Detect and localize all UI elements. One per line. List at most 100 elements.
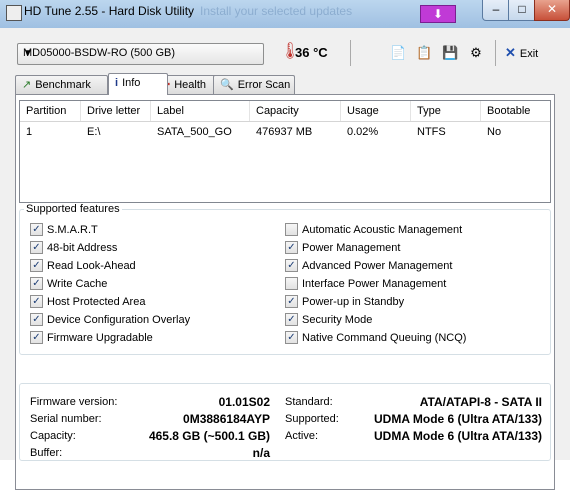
- supported-mode-label: Supported:: [285, 413, 339, 425]
- cell-type: NTFS: [417, 126, 446, 138]
- copy-all-icon[interactable]: 📋: [416, 45, 432, 61]
- checkbox[interactable]: ✓: [285, 258, 298, 272]
- feature-ncq[interactable]: ✓ Native Command Queuing (NCQ): [285, 330, 466, 346]
- exit-button[interactable]: ✕ Exit: [505, 43, 538, 63]
- close-button[interactable]: ✕: [534, 0, 570, 21]
- partition-table[interactable]: Partition Drive letter Label Capacity Us…: [19, 100, 551, 203]
- checkbox[interactable]: ✓: [30, 222, 43, 236]
- feature-hpa[interactable]: ✓ Host Protected Area: [30, 294, 145, 310]
- firmware-label: Firmware version:: [30, 396, 118, 408]
- tab-health-label: Health: [174, 79, 207, 91]
- maximize-button[interactable]: □: [508, 0, 536, 21]
- cell-usage: 0.02%: [347, 126, 379, 138]
- buffer-label: Buffer:: [30, 447, 63, 459]
- temperature-value: 36 °C: [295, 45, 328, 60]
- supported-features-group: Supported features ✓ S.M.A.R.T ✓ 48-bit Ad…: [19, 203, 551, 355]
- standard-label: Standard:: [285, 396, 333, 408]
- feature-label: 48-bit Address: [47, 242, 118, 254]
- cell-bootable: No: [487, 126, 502, 138]
- feature-dco[interactable]: ✓ Device Configuration Overlay: [30, 312, 190, 328]
- tab-info[interactable]: i Info: [108, 73, 168, 95]
- drive-select[interactable]: MD05000-BSDW-RO (500 GB) ▼: [17, 43, 264, 65]
- column-header-drive-letter[interactable]: Drive letter: [81, 101, 151, 121]
- feature-power-management[interactable]: ✓ Power Management: [285, 240, 400, 256]
- active-mode-label: Active:: [285, 430, 319, 442]
- feature-label: Security Mode: [302, 314, 373, 326]
- toolbar-separator: [350, 40, 351, 66]
- table-row[interactable]: 1 E:\ SATA_500_GO 476937 MB 0.02% NTFS N…: [20, 122, 550, 142]
- feature-aam[interactable]: Automatic Acoustic Management: [285, 222, 462, 238]
- feature-label: S.M.A.R.T: [47, 224, 98, 236]
- checkbox[interactable]: ✓: [30, 276, 43, 290]
- app-icon: [6, 5, 22, 21]
- copy-icon[interactable]: 📄: [390, 45, 406, 61]
- column-header-capacity[interactable]: Capacity: [250, 101, 341, 121]
- buffer-value: n/a: [252, 446, 270, 460]
- window-title: HD Tune 2.55 - Hard Disk Utility: [24, 4, 195, 18]
- checkbox[interactable]: ✓: [30, 258, 43, 272]
- cell-drive-letter: E:\: [87, 126, 101, 138]
- chevron-down-icon: ▼: [23, 48, 33, 59]
- feature-label: Write Cache: [47, 278, 108, 290]
- active-mode-value: UDMA Mode 6 (Ultra ATA/133): [373, 429, 542, 443]
- feature-label: Host Protected Area: [47, 296, 146, 308]
- feature-security-mode[interactable]: ✓ Security Mode: [285, 312, 372, 328]
- drive-details-group: Firmware version: 01.01S02 Serial number…: [19, 383, 551, 461]
- checkbox[interactable]: ✓: [285, 240, 298, 254]
- supported-features-title: Supported features: [24, 203, 122, 215]
- tab-benchmark[interactable]: ↗ Benchmark: [15, 75, 108, 94]
- feature-apm[interactable]: ✓ Advanced Power Management: [285, 258, 452, 274]
- title-bar: HD Tune 2.55 - Hard Disk Utility Install…: [0, 0, 570, 29]
- column-header-type[interactable]: Type: [411, 101, 481, 121]
- feature-write-cache[interactable]: ✓ Write Cache: [30, 276, 107, 292]
- tab-error-scan[interactable]: 🔍 Error Scan: [213, 75, 295, 94]
- column-header-bootable[interactable]: Bootable: [481, 101, 550, 121]
- checkbox[interactable]: ✓: [285, 312, 298, 326]
- save-icon[interactable]: 💾: [442, 45, 458, 61]
- capacity-value: 465.8 GB (~500.1 GB): [148, 429, 270, 443]
- column-header-usage[interactable]: Usage: [341, 101, 411, 121]
- serial-value: 0M3886184AYP: [183, 412, 270, 426]
- feature-label: Automatic Acoustic Management: [302, 224, 463, 236]
- cell-label: SATA_500_GO: [157, 126, 232, 138]
- feature-smart[interactable]: ✓ S.M.A.R.T: [30, 222, 98, 238]
- feature-48bit[interactable]: ✓ 48-bit Address: [30, 240, 117, 256]
- table-header: Partition Drive letter Label Capacity Us…: [20, 101, 550, 122]
- feature-label: Firmware Upgradable: [47, 332, 153, 344]
- feature-label: Power-up in Standby: [302, 296, 405, 308]
- feature-label: Native Command Queuing (NCQ): [302, 332, 467, 344]
- checkbox[interactable]: ✓: [30, 312, 43, 326]
- checkbox[interactable]: ✓: [30, 294, 43, 308]
- download-arrow-icon[interactable]: ⬇: [420, 5, 456, 23]
- info-panel: Partition Drive letter Label Capacity Us…: [15, 94, 555, 490]
- options-icon[interactable]: ⚙: [468, 45, 484, 61]
- feature-ipm[interactable]: Interface Power Management: [285, 276, 446, 292]
- benchmark-icon: ↗: [22, 79, 32, 91]
- checkbox[interactable]: [285, 276, 298, 290]
- tab-benchmark-label: Benchmark: [35, 79, 91, 91]
- feature-puis[interactable]: ✓ Power-up in Standby: [285, 294, 404, 310]
- feature-label: Device Configuration Overlay: [47, 314, 191, 326]
- serial-label: Serial number:: [30, 413, 102, 425]
- toolbar: MD05000-BSDW-RO (500 GB) ▼ 🌡 36 °C 📄 📋 💾…: [5, 34, 565, 76]
- checkbox[interactable]: ✓: [285, 330, 298, 344]
- exit-icon: ✕: [505, 45, 516, 60]
- error-scan-icon: 🔍: [220, 79, 234, 91]
- checkbox[interactable]: ✓: [30, 240, 43, 254]
- background-window-text: Install your selected updates: [200, 4, 353, 18]
- feature-read-lookahead[interactable]: ✓ Read Look-Ahead: [30, 258, 136, 274]
- checkbox[interactable]: ✓: [285, 294, 298, 308]
- firmware-value: 01.01S02: [218, 395, 270, 409]
- thermometer-icon: 🌡: [280, 43, 301, 60]
- capacity-label: Capacity:: [30, 430, 76, 442]
- standard-value: ATA/ATAPI-8 - SATA II: [419, 395, 542, 409]
- feature-firmware-upgradable[interactable]: ✓ Firmware Upgradable: [30, 330, 153, 346]
- feature-label: Interface Power Management: [302, 278, 447, 290]
- checkbox[interactable]: ✓: [30, 330, 43, 344]
- checkbox[interactable]: [285, 222, 298, 236]
- column-header-label[interactable]: Label: [151, 101, 250, 121]
- minimize-button[interactable]: –: [482, 0, 510, 21]
- column-header-partition[interactable]: Partition: [20, 101, 81, 121]
- tab-info-label: Info: [122, 77, 141, 89]
- supported-mode-value: UDMA Mode 6 (Ultra ATA/133): [373, 412, 542, 426]
